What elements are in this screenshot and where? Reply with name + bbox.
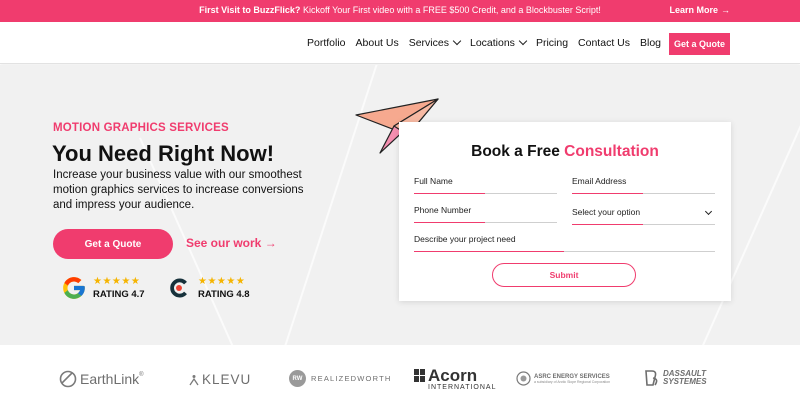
- earthlink-text: EarthLink: [80, 371, 140, 387]
- google-rating: ★★★★★ RATING 4.7: [61, 275, 145, 301]
- earthlink-logo: EarthLink ®: [58, 369, 144, 389]
- hero-section: MOTION GRAPHICS SERVICES You Need Right …: [0, 65, 800, 345]
- dassault-logo: DASSAULT SYSTEMES: [643, 369, 707, 387]
- see-our-work-link[interactable]: See our work →: [186, 236, 277, 250]
- realizedworth-logo: RW REALIZEDWORTH: [289, 370, 391, 387]
- field-highlight: [572, 192, 643, 194]
- earthlink-globe-icon: [59, 370, 77, 388]
- form-title: Book a Free Consultation: [399, 143, 731, 161]
- nav-item-label: Blog: [639, 37, 661, 49]
- asrc-logo: ASRC ENERGY SERVICES a subsidiary of Arc…: [516, 371, 610, 386]
- nav-item-about-us[interactable]: About Us: [356, 37, 399, 49]
- arrow-right-icon: →: [721, 5, 730, 15]
- acorn-grid-icon: [414, 369, 425, 382]
- nav-item-pricing[interactable]: Pricing: [536, 37, 568, 49]
- rating-label: RATING 4.8: [198, 289, 250, 300]
- submit-button[interactable]: Submit: [492, 263, 636, 287]
- main-nav: Portfolio About Us Services Locations Pr…: [0, 22, 800, 64]
- option-select[interactable]: Select your option: [572, 207, 715, 225]
- hero-subtext: Increase your business value with our sm…: [53, 169, 304, 211]
- trademark-mark: ®: [139, 372, 144, 378]
- nav-get-quote-button[interactable]: Get a Quote: [669, 33, 730, 55]
- nav-item-label: Services: [408, 37, 449, 49]
- field-highlight: [414, 192, 485, 194]
- rating-stars: ★★★★★: [198, 276, 246, 287]
- rating-stars: ★★★★★: [93, 276, 141, 287]
- klevu-logo: KLEVU: [188, 372, 251, 387]
- nav-item-contact-us[interactable]: Contact Us: [578, 37, 630, 49]
- nav-menu: Portfolio About Us Services Locations Pr…: [307, 36, 661, 49]
- asrc-text: ASRC ENERGY SERVICES: [534, 373, 610, 380]
- learn-more-link[interactable]: Learn More →: [669, 5, 730, 15]
- dassault-ds-icon: [645, 370, 658, 386]
- dassault-text-line2: SYSTEMES: [663, 377, 707, 386]
- acorn-text: Acorn: [428, 366, 478, 385]
- asrc-seal-icon: [516, 371, 531, 386]
- full-name-placeholder: Full Name: [414, 176, 453, 186]
- field-highlight: [414, 221, 485, 223]
- hero-headline: You Need Right Now!: [52, 141, 275, 166]
- chevron-down-icon: [518, 36, 528, 46]
- nav-item-blog[interactable]: Blog: [640, 37, 661, 49]
- option-selected-value: Select your option: [572, 207, 641, 217]
- nav-item-label: Contact Us: [578, 37, 630, 49]
- form-title-text: Book a Free: [471, 143, 565, 160]
- google-icon: [63, 277, 85, 299]
- field-highlight: [572, 223, 643, 225]
- nav-item-locations[interactable]: Locations: [469, 36, 528, 49]
- announcement-bar: First Visit to BuzzFlick? Kickoff Your F…: [0, 0, 800, 22]
- describe-placeholder: Describe your project need: [414, 234, 516, 244]
- phone-placeholder: Phone Number: [414, 205, 472, 215]
- nav-item-portfolio[interactable]: Portfolio: [307, 37, 346, 49]
- nav-item-label: About Us: [355, 37, 399, 49]
- field-highlight: [414, 250, 564, 252]
- clutch-icon: [170, 278, 187, 298]
- chevron-down-icon: [704, 207, 713, 216]
- full-name-field[interactable]: Full Name: [414, 176, 557, 194]
- describe-field[interactable]: Describe your project need: [414, 234, 715, 252]
- clutch-rating: ★★★★★ RATING 4.8: [166, 275, 250, 301]
- klevu-person-icon: [189, 374, 199, 385]
- announcement-bold: First Visit to BuzzFlick?: [199, 5, 301, 15]
- nav-item-label: Pricing: [535, 37, 569, 49]
- klevu-text: KLEVU: [202, 372, 252, 387]
- chevron-down-icon: [452, 36, 462, 46]
- hero-eyebrow: MOTION GRAPHICS SERVICES: [53, 122, 229, 134]
- acorn-subtext: INTERNATIONAL: [428, 384, 497, 391]
- nav-item-label: Locations: [469, 37, 515, 49]
- realizedworth-text: REALIZEDWORTH: [311, 374, 392, 383]
- nav-item-label: Portfolio: [306, 37, 346, 49]
- announcement-text: Kickoff Your First video with a FREE $50…: [300, 5, 601, 15]
- consultation-form: Book a Free Consultation Full Name Email…: [399, 122, 731, 301]
- phone-field[interactable]: Phone Number: [414, 205, 557, 223]
- acorn-logo: Acorn INTERNATIONAL: [414, 367, 497, 391]
- email-placeholder: Email Address: [572, 176, 627, 186]
- rating-label: RATING 4.7: [93, 289, 145, 300]
- learn-more-label: Learn More: [669, 5, 718, 15]
- nav-item-services[interactable]: Services: [408, 36, 462, 49]
- hero-get-quote-button[interactable]: Get a Quote: [53, 229, 173, 259]
- asrc-subtext: a subsidiary of Arctic Slope Regional Co…: [534, 379, 611, 384]
- form-title-accent: Consultation: [564, 143, 659, 160]
- email-field[interactable]: Email Address: [572, 176, 715, 194]
- client-logos: EarthLink ® KLEVU RW REALIZEDWORTH Acorn …: [0, 345, 800, 412]
- realizedworth-mark: RW: [289, 370, 306, 387]
